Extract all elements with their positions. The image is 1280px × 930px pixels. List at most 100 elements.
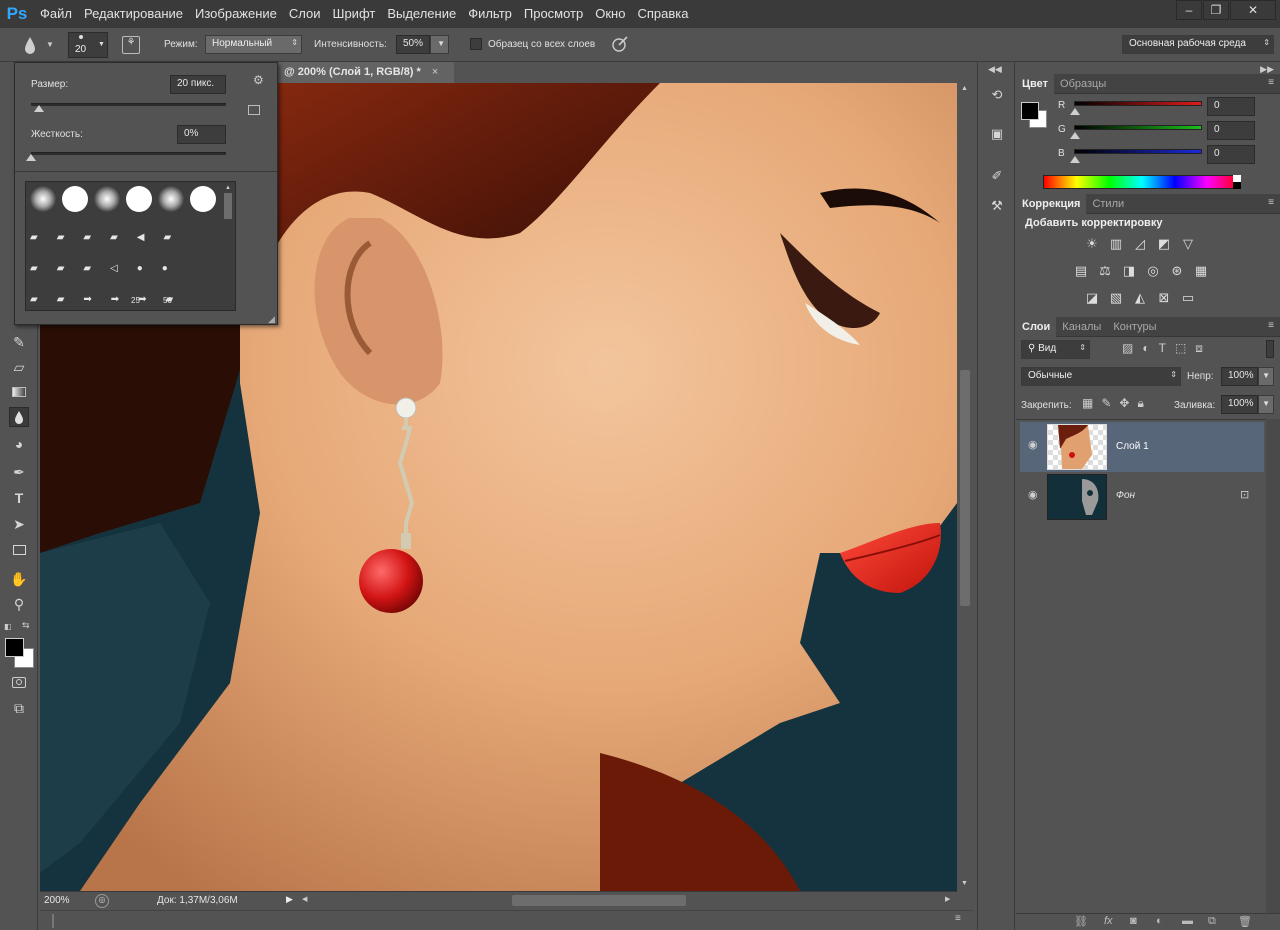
close-tab-icon[interactable]: × (432, 66, 438, 78)
channel-mixer-icon[interactable]: ⊛ (1168, 263, 1186, 279)
color-balance-icon[interactable]: ⚖ (1096, 263, 1114, 279)
blend-mode-select[interactable]: Обычные ⇕ (1021, 367, 1181, 386)
brightness-icon[interactable]: ☀ (1083, 236, 1101, 252)
eye-icon[interactable]: ◉ (1028, 488, 1038, 501)
new-group-icon[interactable]: ▬ (1182, 915, 1193, 927)
new-preset-icon[interactable] (248, 105, 260, 115)
scroll-down-icon[interactable]: ▼ (961, 880, 968, 887)
spectrum-black[interactable] (1233, 182, 1241, 189)
quick-mask-icon[interactable] (9, 672, 29, 692)
fx-icon[interactable]: fx (1104, 915, 1113, 927)
hard-round-brush-icon[interactable] (62, 186, 88, 212)
size-slider-track[interactable] (31, 103, 226, 106)
menu-item-7[interactable]: Просмотр (518, 0, 589, 28)
history-panel-icon[interactable]: ⟲ (987, 87, 1007, 107)
zoom-level[interactable]: 200% (44, 895, 70, 906)
foreground-color-swatch[interactable] (5, 638, 24, 657)
tab-color[interactable]: Цвет (1016, 73, 1055, 94)
invert-icon[interactable]: ◪ (1083, 290, 1101, 306)
panel-menu-icon[interactable]: ≡ (1268, 77, 1274, 88)
dodge-tool-icon[interactable]: ◕ (9, 434, 29, 454)
background-layer-name[interactable]: Фон (1116, 490, 1135, 501)
gradient-tool-icon[interactable] (9, 382, 29, 402)
eraser-tool-icon[interactable]: ▱ (9, 357, 29, 377)
share-icon[interactable]: ◎ (95, 894, 109, 908)
tool-presets-icon[interactable]: ⚒ (987, 198, 1007, 218)
tab-adjustments[interactable]: Коррекция (1016, 193, 1087, 214)
opacity-dropdown[interactable]: ▼ (1258, 367, 1274, 386)
gradient-map-icon[interactable]: ▭ (1179, 290, 1197, 306)
intensity-input[interactable]: 50% (396, 35, 430, 54)
tab-paths[interactable]: Контуры (1107, 317, 1162, 337)
scroll-left-icon[interactable]: ◀ (302, 895, 307, 903)
sample-all-layers-checkbox[interactable] (470, 38, 482, 50)
collapse-arrows-icon[interactable]: ◀◀ (988, 64, 1002, 75)
eye-icon[interactable]: ◉ (1028, 438, 1038, 451)
menu-item-8[interactable]: Окно (589, 0, 631, 28)
pen-tool-icon[interactable]: ✒ (9, 462, 29, 482)
menu-item-6[interactable]: Фильтр (462, 0, 518, 28)
levels-icon[interactable]: ▥ (1107, 236, 1125, 252)
spectrum-white[interactable] (1233, 175, 1241, 182)
layers-scrollbar[interactable] (1266, 419, 1280, 913)
swap-colors-icon[interactable]: ⇆ (22, 620, 30, 631)
type-tool-icon[interactable]: T (9, 488, 29, 508)
menu-item-3[interactable]: Слои (283, 0, 327, 28)
status-menu-arrow-icon[interactable]: ▶ (286, 894, 293, 905)
blur-tool-preset-icon[interactable] (22, 36, 38, 54)
history-brush-tool-icon[interactable]: ✎ (9, 332, 29, 352)
blur-tool-icon[interactable] (9, 407, 29, 427)
vertical-scrollbar[interactable]: ▲ ▼ (957, 83, 973, 891)
size-slider-thumb[interactable] (33, 105, 44, 112)
delete-layer-icon[interactable]: 🗑︎ (1238, 915, 1252, 928)
channel-value-2[interactable]: 0 (1207, 145, 1255, 164)
channel-thumb-1[interactable] (1070, 132, 1080, 139)
link-layers-icon[interactable]: ⛓ (1074, 915, 1088, 928)
rectangle-tool-icon[interactable] (9, 540, 29, 560)
bw-icon[interactable]: ◨ (1120, 263, 1138, 279)
new-adjustment-layer-icon[interactable]: ◐ (1156, 915, 1163, 927)
foreground-color-chip[interactable] (1021, 102, 1039, 120)
tab-styles[interactable]: Стили (1086, 194, 1130, 214)
menu-item-9[interactable]: Справка (631, 0, 694, 28)
channel-value-0[interactable]: 0 (1207, 97, 1255, 116)
channel-slider-1[interactable] (1074, 125, 1202, 130)
panel-menu-icon[interactable]: ≡ (955, 913, 961, 924)
pressure-brush-icon[interactable] (611, 35, 629, 53)
hue-sat-icon[interactable]: ▤ (1072, 263, 1090, 279)
workspace-select[interactable]: Основная рабочая среда ⇕ (1122, 35, 1274, 54)
menu-item-2[interactable]: Изображение (189, 0, 283, 28)
minimize-button[interactable]: – (1176, 0, 1202, 20)
hardness-slider-track[interactable] (31, 152, 226, 155)
document-tab[interactable]: @ 200% (Слой 1, RGB/8) * × (278, 62, 454, 83)
fill-dropdown[interactable]: ▼ (1258, 395, 1274, 414)
actions-panel-icon[interactable]: ▣ (987, 126, 1007, 146)
vertical-scroll-thumb[interactable] (960, 370, 970, 606)
selective-color-icon[interactable]: ⊠ (1155, 290, 1173, 306)
posterize-icon[interactable]: ▧ (1107, 290, 1125, 306)
zoom-tool-icon[interactable]: ⚲ (9, 594, 29, 614)
channel-slider-0[interactable] (1074, 101, 1202, 106)
exposure-icon[interactable]: ◩ (1155, 236, 1173, 252)
layer1-name[interactable]: Слой 1 (1116, 441, 1149, 452)
lock-icons[interactable]: ▦✎✥🔒︎ (1082, 396, 1152, 411)
vibrance-icon[interactable]: ▽ (1179, 236, 1197, 252)
horizontal-scroll-thumb[interactable] (512, 895, 686, 906)
panel-menu-icon[interactable]: ≡ (1268, 320, 1274, 331)
hard-round-brush-icon[interactable] (190, 186, 216, 212)
fill-input[interactable]: 100% (1221, 395, 1258, 414)
path-selection-tool-icon[interactable]: ➤ (9, 514, 29, 534)
photo-filter-icon[interactable]: ◎ (1144, 263, 1162, 279)
menu-item-4[interactable]: Шрифт (327, 0, 382, 28)
screen-mode-icon[interactable]: ⧉ (9, 698, 29, 718)
soft-round-brush-icon[interactable] (30, 186, 56, 212)
resize-grip-icon[interactable]: ◢ (268, 314, 275, 325)
threshold-icon[interactable]: ◭ (1131, 290, 1149, 306)
curves-icon[interactable]: ◿ (1131, 236, 1149, 252)
filter-toggle[interactable] (1266, 340, 1274, 358)
hardness-input[interactable]: 0% (177, 125, 226, 144)
channel-thumb-2[interactable] (1070, 156, 1080, 163)
preset-dropdown-arrow-icon[interactable]: ▼ (46, 40, 54, 49)
panel-menu-icon[interactable]: ≡ (1268, 197, 1274, 208)
close-window-button[interactable]: ✕ (1230, 0, 1276, 20)
